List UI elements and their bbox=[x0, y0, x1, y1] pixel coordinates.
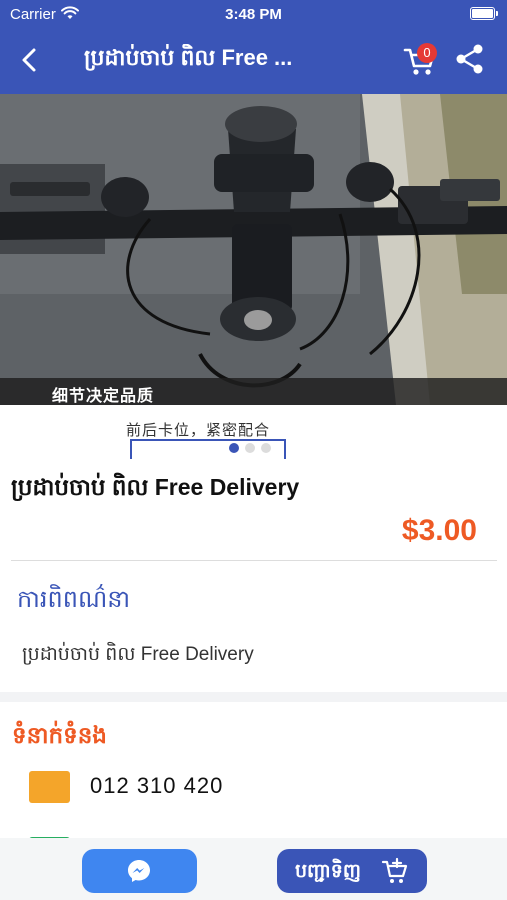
description-heading: ការពិពណ៌នា bbox=[17, 586, 131, 613]
contact-heading: ទំនាក់ទំនង bbox=[12, 722, 107, 748]
product-price: $3.00 bbox=[401, 514, 477, 547]
page-dot[interactable] bbox=[245, 443, 255, 453]
description-text: ប្រដាប់ចាប់ ពិល Free Delivery bbox=[22, 644, 254, 665]
bottom-action-bar: បញ្ជាទិញ bbox=[0, 838, 507, 900]
status-bar: Carrier 3:48 PM bbox=[0, 0, 507, 28]
add-to-cart-icon bbox=[381, 857, 408, 883]
cellcard-logo-icon bbox=[29, 771, 70, 803]
bike-handlebar-photo bbox=[0, 94, 507, 405]
page-indicator[interactable] bbox=[229, 443, 271, 453]
section-separator bbox=[0, 692, 507, 702]
product-image[interactable]: 细节决定品质 bbox=[0, 94, 507, 405]
battery-icon bbox=[470, 7, 498, 20]
app-header: Carrier 3:48 PM ប្រដាប់ចាប់ ពិល Free ...… bbox=[0, 0, 507, 94]
product-title: ប្រដាប់ចាប់ ពិល Free Delivery bbox=[11, 474, 300, 500]
divider bbox=[11, 560, 497, 561]
image-pager-panel: 前后卡位，紧密配合 bbox=[0, 405, 507, 467]
image-caption: 细节决定品质 bbox=[52, 388, 155, 405]
page-dot[interactable] bbox=[261, 443, 271, 453]
page-dot-active[interactable] bbox=[229, 443, 239, 453]
page-title: ប្រដាប់ចាប់ ពិល Free ... bbox=[84, 45, 293, 70]
cart-count-badge: 0 bbox=[417, 43, 437, 63]
buy-now-button[interactable]: បញ្ជាទិញ bbox=[277, 849, 427, 893]
clock: 3:48 PM bbox=[225, 6, 282, 23]
share-icon[interactable] bbox=[452, 41, 488, 77]
messenger-icon bbox=[128, 860, 150, 882]
image-subcaption: 前后卡位，紧密配合 bbox=[126, 422, 271, 439]
back-arrow-icon[interactable] bbox=[12, 42, 48, 78]
buy-button-label: បញ្ជាទិញ bbox=[295, 861, 361, 882]
nav-bar: ប្រដាប់ចាប់ ពិល Free ... 0 bbox=[0, 28, 507, 94]
contact-phone[interactable]: 012 310 420 bbox=[90, 773, 223, 799]
messenger-button[interactable] bbox=[82, 849, 197, 893]
